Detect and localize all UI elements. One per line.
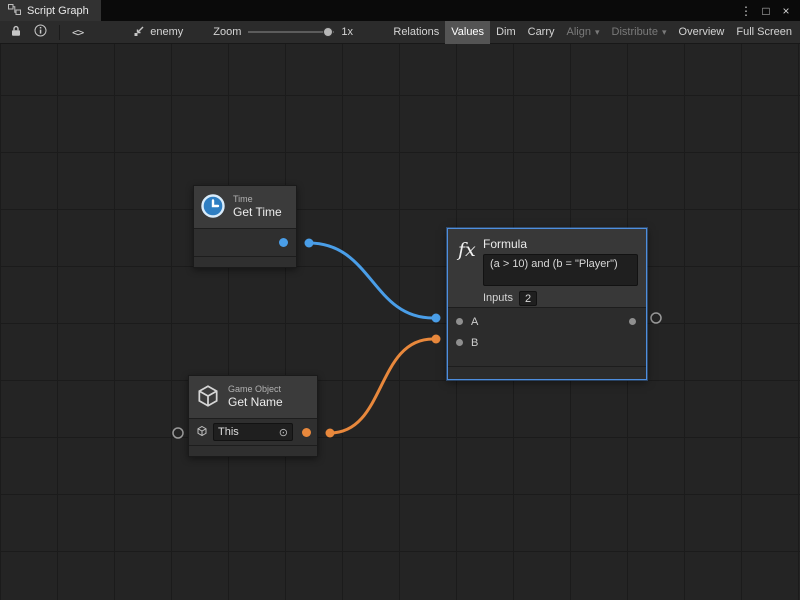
titlebar: Script Graph ⋮ □ × [0, 0, 800, 21]
graph-breadcrumb[interactable]: enemy [133, 25, 183, 40]
chevron-down-icon: ▾ [662, 27, 667, 38]
formula-footer [448, 367, 646, 379]
dim-button[interactable]: Dim [490, 21, 522, 44]
target-value: This [218, 426, 239, 438]
graph-name: enemy [150, 26, 183, 38]
formula-header[interactable]: fx Formula (a > 10) and (b = "Player") I… [448, 229, 646, 308]
lock-icon [10, 25, 22, 40]
wire-getname-to-formula-b[interactable] [330, 339, 433, 433]
get-time-header[interactable]: Time Get Time [194, 186, 296, 229]
wire-blue-start-dot[interactable] [305, 239, 314, 248]
wire-gettime-to-formula-a[interactable] [309, 243, 433, 318]
formula-inputs-row: Inputs 2 [483, 290, 638, 306]
formula-fx-icon: fx [448, 229, 483, 307]
code-view-button[interactable]: <> [66, 21, 89, 44]
get-time-titles: Time Get Time [233, 194, 282, 219]
distribute-label: Distribute [612, 26, 658, 38]
formula-output-port[interactable] [651, 313, 661, 323]
script-graph-icon [8, 4, 21, 18]
getname-target-input-port[interactable] [173, 428, 183, 438]
get-time-footer [194, 257, 296, 267]
distribute-button[interactable]: Distribute ▾ [606, 21, 673, 44]
code-icon: <> [72, 26, 83, 39]
formula-ports: A B [448, 308, 646, 367]
cube-port-icon [196, 425, 208, 440]
zoom-slider-handle[interactable] [323, 27, 333, 37]
carry-button[interactable]: Carry [522, 21, 561, 44]
overview-button[interactable]: Overview [673, 21, 731, 44]
get-name-body: This ⊙ [189, 419, 317, 446]
info-button[interactable] [28, 21, 53, 44]
script-graph-window: Script Graph ⋮ □ × <> enemy [0, 0, 800, 600]
time-clock-icon [200, 193, 226, 222]
lock-button[interactable] [4, 21, 28, 44]
target-object-field[interactable]: This ⊙ [213, 423, 293, 441]
tab-title: Script Graph [27, 5, 89, 17]
formula-result-dot[interactable] [629, 318, 636, 325]
get-name-output-port[interactable] [302, 428, 311, 437]
inputs-label: Inputs [483, 292, 513, 304]
node-title: Get Name [228, 395, 283, 409]
wire-layer [0, 44, 800, 600]
node-category: Game Object [228, 384, 283, 395]
maximize-icon[interactable]: □ [758, 3, 774, 19]
chevron-down-icon: ▾ [595, 27, 600, 38]
window-controls: ⋮ □ × [738, 3, 800, 19]
zoom-label: Zoom [213, 26, 241, 38]
object-picker-icon[interactable]: ⊙ [279, 426, 288, 439]
port-a-label: A [471, 316, 478, 328]
formula-port-b-input-dot[interactable] [432, 335, 441, 344]
get-time-output-port[interactable] [279, 238, 288, 247]
inputs-count-field[interactable]: 2 [519, 291, 537, 306]
zoom-value: 1x [341, 26, 353, 38]
window-menu-icon[interactable]: ⋮ [738, 3, 754, 19]
node-get-time[interactable]: Time Get Time [193, 185, 297, 268]
node-formula[interactable]: fx Formula (a > 10) and (b = "Player") I… [447, 228, 647, 380]
align-button[interactable]: Align ▾ [561, 21, 606, 44]
formula-header-content: Formula (a > 10) and (b = "Player") Inpu… [483, 229, 646, 307]
node-title: Get Time [233, 205, 282, 219]
close-icon[interactable]: × [778, 3, 794, 19]
align-label: Align [567, 26, 591, 38]
fullscreen-button[interactable]: Full Screen [730, 21, 798, 44]
port-a-dot[interactable] [456, 318, 463, 325]
node-get-name[interactable]: Game Object Get Name This ⊙ [188, 375, 318, 457]
formula-port-row-b[interactable]: B [448, 332, 646, 353]
get-name-footer [189, 446, 317, 456]
relations-button[interactable]: Relations [387, 21, 445, 44]
node-title: Formula [483, 237, 638, 250]
game-object-cube-icon [195, 383, 221, 412]
formula-port-a-input-dot[interactable] [432, 314, 441, 323]
zoom-control: Zoom 1x [213, 26, 353, 38]
info-icon [34, 24, 47, 40]
get-name-header[interactable]: Game Object Get Name [189, 376, 317, 419]
values-button[interactable]: Values [445, 21, 490, 44]
graph-pointer-icon [133, 25, 145, 40]
tab-script-graph[interactable]: Script Graph [0, 0, 101, 21]
graph-canvas[interactable]: Time Get Time fx Formula (a > 10) and (b… [0, 44, 800, 600]
formula-port-row-a[interactable]: A [448, 311, 646, 332]
zoom-slider[interactable] [248, 31, 334, 33]
port-b-dot[interactable] [456, 339, 463, 346]
graph-toolbar: <> enemy Zoom 1x Relations Values Dim Ca… [0, 21, 800, 44]
formula-expression-input[interactable]: (a > 10) and (b = "Player") [483, 254, 638, 286]
node-category: Time [233, 194, 282, 205]
toolbar-buttons: Relations Values Dim Carry Align ▾ Distr… [387, 21, 800, 44]
wire-orange-start-dot[interactable] [326, 429, 335, 438]
toolbar-divider [59, 25, 60, 40]
get-name-titles: Game Object Get Name [228, 384, 283, 409]
port-b-label: B [471, 337, 478, 349]
get-time-body [194, 229, 296, 257]
